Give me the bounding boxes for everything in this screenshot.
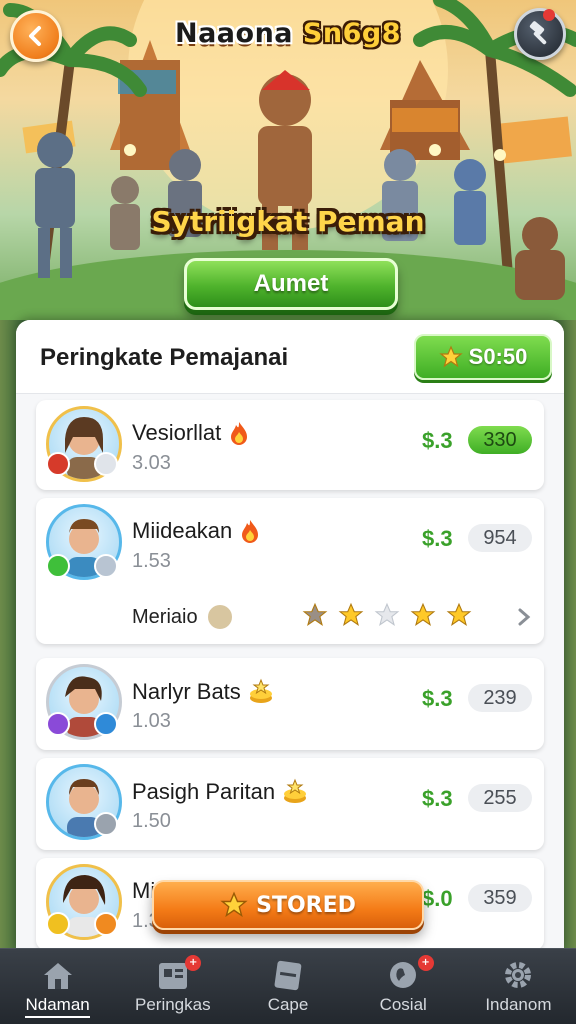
player-name-line: Narlyr Bats: [132, 678, 275, 706]
player-score: 239: [468, 684, 532, 712]
orange-badge-icon: [94, 912, 118, 936]
player-stat: 1.03: [132, 710, 171, 732]
social-chat-icon: [390, 962, 417, 988]
hammer-icon: [529, 21, 547, 45]
rating-star-icon: [446, 602, 472, 627]
player-score: 359: [468, 884, 532, 912]
nav-label: Ndaman: [25, 995, 90, 1018]
notification-badge: +: [417, 955, 434, 971]
gem-badge-icon: [46, 712, 70, 736]
player-name-line: Miideakan: [132, 518, 262, 544]
player-stat: 1.53: [132, 550, 171, 572]
rating-stars: [302, 602, 472, 628]
nav-item-home[interactable]: Ndaman: [0, 949, 115, 1024]
player-price: $.3: [422, 686, 453, 711]
coin-badge-icon: [46, 912, 70, 936]
coin-balance-button[interactable]: S0:50: [414, 334, 552, 380]
player-name: Vesiorllat: [132, 420, 222, 445]
leaderboard-row[interactable]: Vesiorllat 3.03 $.3 330: [36, 400, 544, 490]
leaderboard-panel: Peringkate Pemajanai S0:50 Vesiorllat 3.…: [16, 320, 564, 950]
hero-action-button[interactable]: Aumet: [184, 258, 398, 310]
nav-label: Peringkas: [135, 995, 211, 1014]
card-icon: [274, 960, 302, 991]
star-icon: [220, 891, 248, 918]
nav-label: Cape: [267, 995, 309, 1014]
rating-star-icon: [302, 602, 328, 627]
leaf-badge-icon: [46, 554, 70, 578]
fruit-badge-icon: [46, 452, 70, 476]
nav-label: Cosial: [379, 995, 427, 1014]
player-stat: 1.50: [132, 810, 171, 832]
fire-icon: [242, 520, 259, 543]
notification-dot: [543, 9, 555, 21]
coin-stack-icon: [284, 778, 307, 803]
player-name-line: Vesiorllat: [132, 420, 251, 446]
stored-button-label: STORED: [256, 892, 356, 918]
home-icon: [43, 963, 72, 989]
leaderboard-row[interactable]: Miideakan 1.53 $.3 954 Meriaio: [36, 498, 544, 644]
player-price: $.3: [422, 428, 453, 453]
nav-item-social[interactable]: + Cosial: [346, 949, 461, 1024]
notification-badge: +: [185, 955, 202, 971]
game-logo: Naaona Sn6g8: [0, 18, 576, 49]
player-price: $.0: [422, 886, 453, 911]
rating-star-icon: [338, 602, 364, 627]
player-name-line: Pasigh Paritan: [132, 778, 309, 806]
chevron-right-icon[interactable]: [514, 606, 534, 628]
player-score: 330: [468, 426, 532, 454]
rating-star-icon: [374, 602, 400, 627]
leaderboard-row[interactable]: Pasigh Paritan 1.50 $.3 255: [36, 758, 544, 850]
player-name: Narlyr Bats: [132, 679, 241, 704]
player-detail-line: Meriaio: [132, 602, 532, 632]
leaderboard-header: Peringkate Pemajanai S0:50: [16, 320, 564, 394]
player-score: 954: [468, 524, 532, 552]
leaderboard-title: Peringkate Pemajanai: [40, 344, 289, 371]
ball-badge-icon: [94, 554, 118, 578]
nav-item-cape[interactable]: Cape: [230, 949, 345, 1024]
player-name: Miideakan: [132, 518, 233, 543]
coin-stack-icon: [249, 678, 272, 703]
rating-star-icon: [410, 602, 436, 627]
player-score: 255: [468, 784, 532, 812]
detail-label: Meriaio: [132, 605, 198, 628]
hero-title: Sytriigkat Peman: [151, 205, 425, 238]
nav-label: Indanom: [485, 995, 552, 1014]
player-price: $.3: [422, 786, 453, 811]
game-logo-text: Naaona: [174, 18, 303, 49]
gear-icon: [505, 962, 532, 988]
player-price: $.3: [422, 526, 453, 551]
coin-balance: S0:50: [468, 344, 528, 369]
hero-banner: Naaona Sn6g8 Sytriigkat Peman Aumet: [0, 0, 576, 330]
bottom-navigation: Ndaman + Peringkas Cape + Cosial Indanom: [0, 948, 576, 1024]
nav-item-settings[interactable]: Indanom: [461, 949, 576, 1024]
game-logo-accent: Sn6g8: [302, 18, 401, 49]
ball-badge-icon: [94, 812, 118, 836]
leaderboard-row[interactable]: Narlyr Bats 1.03 $.3 239: [36, 658, 544, 750]
star-icon: [438, 345, 463, 368]
tools-button[interactable]: [514, 8, 566, 60]
nav-item-rankings[interactable]: + Peringkas: [115, 949, 230, 1024]
fire-icon: [231, 422, 248, 445]
stored-button[interactable]: STORED: [152, 880, 424, 930]
ball-badge-icon: [94, 452, 118, 476]
wave-badge-icon: [94, 712, 118, 736]
mini-avatar: [205, 603, 234, 631]
player-name: Pasigh Paritan: [132, 779, 276, 804]
player-stat: 3.03: [132, 452, 171, 474]
